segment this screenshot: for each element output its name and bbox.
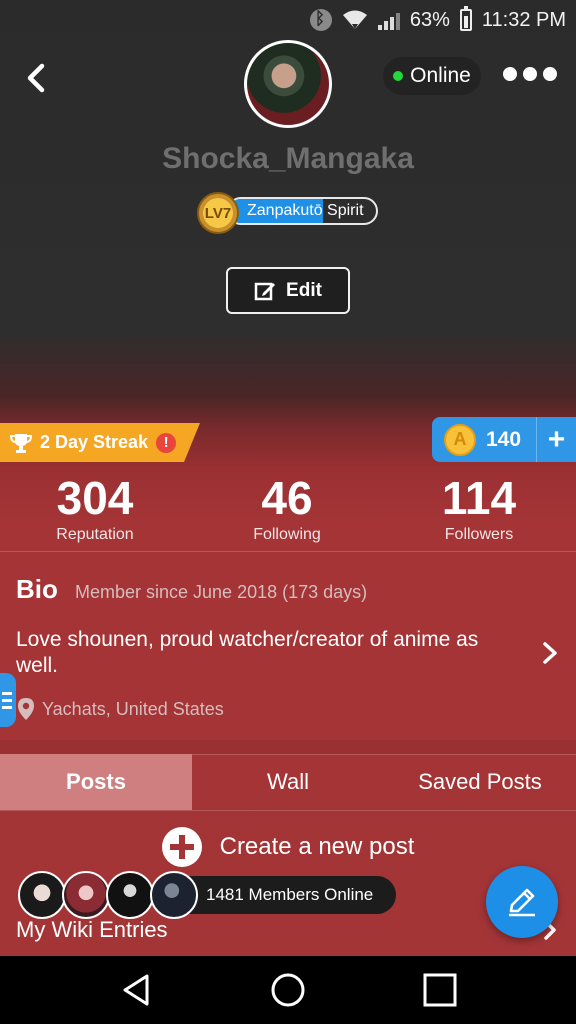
dot-icon	[523, 67, 537, 81]
bluetooth-icon	[309, 9, 332, 31]
member-avatar	[150, 871, 198, 919]
stat-value: 304	[56, 472, 134, 524]
wifi-icon	[342, 10, 367, 29]
avatar[interactable]	[244, 40, 332, 128]
pencil-icon	[509, 888, 535, 917]
dot-icon	[543, 67, 557, 81]
location-text: Yachats, United States	[42, 698, 224, 719]
edit-label: Edit	[286, 279, 322, 301]
edit-icon	[254, 282, 276, 300]
add-coins-button[interactable]: +	[536, 417, 576, 462]
back-triangle-icon[interactable]	[117, 971, 155, 1009]
status-bar: 63% 11:32 PM	[0, 0, 576, 40]
recents-square-icon[interactable]	[421, 971, 459, 1009]
streak-label: 2 Day Streak	[40, 432, 149, 452]
stat-value: 114	[441, 472, 517, 524]
home-circle-icon[interactable]	[269, 971, 307, 1009]
stat-label: Following	[253, 526, 321, 543]
compose-button[interactable]	[486, 866, 558, 938]
location: Yachats, United States	[16, 697, 224, 721]
online-status: Online	[383, 57, 481, 95]
battery-icon	[459, 6, 472, 31]
plus-circle-icon	[161, 827, 202, 867]
amino-coin-icon: A	[444, 423, 476, 456]
chevron-left-icon	[27, 63, 45, 93]
clock: 11:32 PM	[481, 8, 566, 31]
system-nav-bar	[0, 956, 576, 1024]
member-avatar	[106, 871, 154, 919]
member-title: Zanpakutō Spirit	[247, 202, 364, 219]
wiki-entries-label[interactable]: My Wiki Entries	[16, 917, 168, 943]
create-post-button[interactable]: Create a new post	[0, 827, 576, 867]
back-button[interactable]	[18, 58, 58, 98]
level-crown-icon: LV7	[197, 192, 239, 234]
location-pin-icon	[18, 698, 34, 720]
alert-icon: !	[156, 432, 177, 453]
stat-followers[interactable]: 114 Followers	[384, 472, 574, 544]
chevron-right-icon[interactable]	[537, 638, 563, 668]
stat-value: 46	[261, 472, 313, 524]
stat-label: Reputation	[56, 526, 134, 543]
more-options-button[interactable]	[503, 67, 557, 81]
side-menu-handle[interactable]	[0, 673, 16, 727]
member-avatar	[62, 871, 110, 919]
trophy-icon	[10, 433, 32, 453]
stat-following[interactable]: 46 Following	[192, 472, 382, 544]
online-label: Online	[410, 64, 471, 87]
stat-label: Followers	[444, 526, 514, 543]
coins-widget[interactable]: A 140 +	[432, 417, 576, 462]
bio-title: Bio	[16, 574, 58, 604]
member-since: Member since June 2018 (173 days)	[75, 582, 368, 602]
tab-saved-posts[interactable]: Saved Posts	[384, 754, 576, 810]
username: Shocka_Mangaka	[162, 142, 414, 175]
bio-text[interactable]: Love shounen, proud watcher/creator of a…	[16, 627, 526, 679]
profile-tabs: Posts Wall Saved Posts	[0, 754, 576, 810]
battery-percent: 63%	[409, 8, 450, 31]
stat-reputation[interactable]: 304 Reputation	[0, 472, 190, 544]
profile-screen: 63% 11:32 PM Online Shocka_Mangaka Zanpa…	[0, 0, 576, 1024]
create-post-label: Create a new post	[219, 833, 415, 860]
tab-wall[interactable]: Wall	[192, 754, 384, 810]
members-online-count: 1481 Members Online	[206, 885, 374, 904]
divider	[0, 810, 576, 811]
members-online-bar[interactable]: 1481 Members Online	[18, 871, 396, 919]
member-avatar	[18, 871, 66, 919]
title-progress: Zanpakutō Spirit	[227, 197, 378, 225]
members-online-pill: 1481 Members Online	[168, 876, 396, 914]
level-label: LV7	[204, 204, 232, 222]
edit-profile-button[interactable]: Edit	[226, 267, 350, 314]
dot-icon	[503, 67, 517, 81]
coin-count: 140	[486, 427, 522, 451]
signal-icon	[377, 10, 400, 30]
tab-posts[interactable]: Posts	[0, 754, 192, 810]
day-streak-badge[interactable]: 2 Day Streak !	[0, 423, 200, 462]
online-dot-icon	[393, 71, 404, 81]
section-gap	[0, 740, 576, 754]
divider	[0, 551, 576, 552]
